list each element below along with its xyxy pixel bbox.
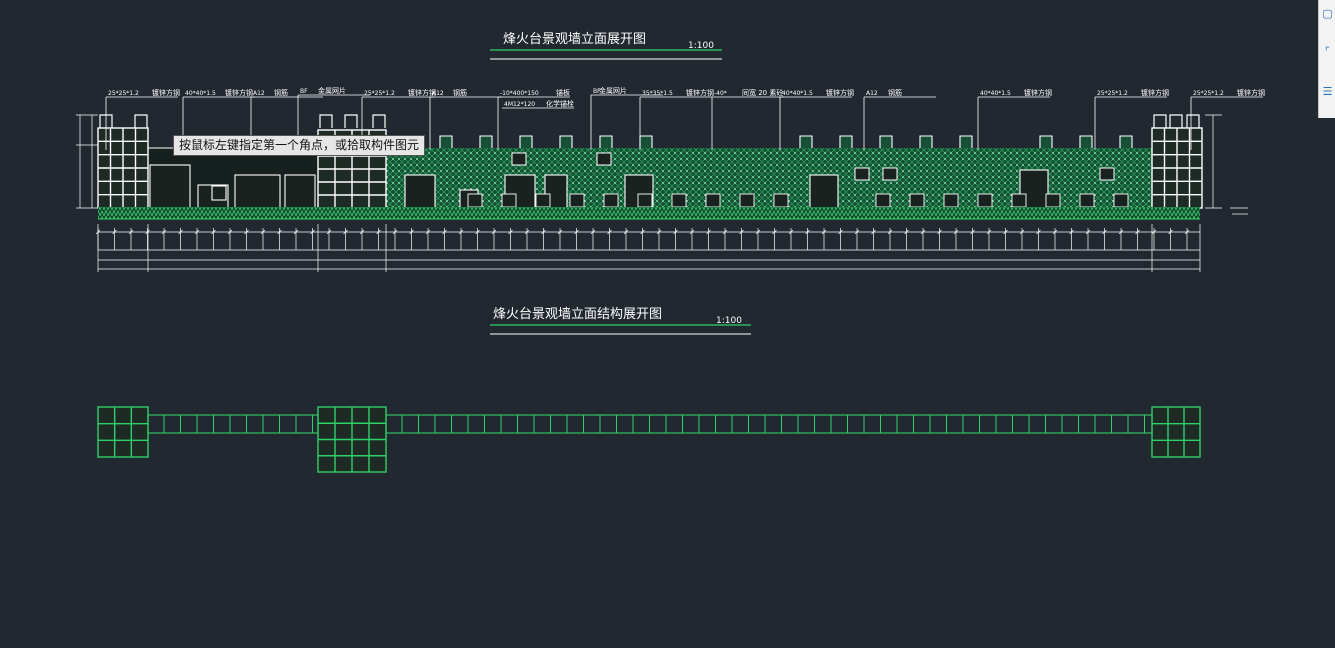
select-icon[interactable]: ⌜ — [1322, 44, 1333, 60]
wall-window — [467, 193, 483, 208]
elevation-title-block: 烽火台景观墙立面展开图 1:100 — [490, 32, 722, 60]
crenel — [879, 135, 893, 148]
wall-window — [739, 193, 755, 208]
right-tower — [1151, 127, 1203, 209]
wall-window — [671, 193, 687, 208]
annotation-spec: -40* — [714, 90, 727, 97]
dimension-chains — [95, 224, 1201, 272]
crenel — [639, 135, 653, 148]
annotation-name: 钢筋 — [453, 88, 467, 97]
wall-window — [569, 193, 585, 208]
left-tower — [97, 127, 149, 209]
wall-opening — [211, 185, 227, 201]
wall-window — [501, 193, 517, 208]
wall-window — [535, 193, 551, 208]
wall-window — [705, 193, 721, 208]
annotation-name: 金属网片 — [599, 86, 627, 95]
annotation-labels: 25*25*1.2 镀锌方钢 40*40*1.5 镀锌方钢 A12 钢筋 BF 金属网片 25*… — [106, 86, 1265, 109]
ground-grass — [98, 207, 1200, 219]
wall-opening — [809, 174, 839, 209]
crenel — [839, 135, 853, 148]
right-toolbar: ▢ ⌜ ☰ — [1318, 0, 1335, 118]
annotation-spec: 40*40*1.5 — [980, 90, 1011, 97]
annotation-name: 化学锚栓 — [546, 99, 574, 108]
annotation-name: 镀锌方钢 — [1024, 88, 1052, 97]
wall-opening — [234, 174, 281, 209]
list-icon[interactable]: ☰ — [1322, 84, 1333, 100]
wall-window — [603, 193, 619, 208]
crenel — [519, 135, 533, 148]
annotation-spec: 40*40*1.5 — [782, 90, 813, 97]
structure-title: 烽火台景观墙立面结构展开图 — [493, 307, 662, 322]
wall-window — [1045, 193, 1061, 208]
crenel — [559, 135, 573, 148]
annotation-spec: A12 — [432, 90, 444, 97]
crenel — [1119, 135, 1133, 148]
wall-window — [854, 167, 870, 181]
merlon — [372, 114, 386, 128]
wall-window — [882, 167, 898, 181]
wall-window — [511, 152, 527, 166]
merlon — [1153, 114, 1167, 128]
wall-window — [773, 193, 789, 208]
wall-opening — [404, 174, 436, 209]
annotation-spec: -10*400*150 — [500, 90, 539, 97]
crenel — [1079, 135, 1093, 148]
merlon — [319, 114, 333, 128]
merlon — [344, 114, 358, 128]
crenel — [479, 135, 493, 148]
structure-title-block: 烽火台景观墙立面结构展开图 1:100 — [490, 307, 751, 335]
crenel — [439, 135, 453, 148]
annotation-spec: 25*25*1.2 — [1193, 90, 1224, 97]
frame-beam — [147, 414, 319, 434]
wall-window — [909, 193, 925, 208]
annotation-spec: 35*35*1.5 — [642, 90, 673, 97]
crenel — [919, 135, 933, 148]
annotation-name: 镀锌方钢 — [1141, 88, 1169, 97]
merlon — [1169, 114, 1183, 128]
merlon — [1186, 114, 1200, 128]
wall-window — [1099, 167, 1115, 181]
merlon — [134, 114, 148, 128]
annotation-spec: 40*40*1.5 — [185, 90, 216, 97]
annotation-spec: 25*25*1.2 — [108, 90, 139, 97]
elevation-title: 烽火台景观墙立面展开图 — [503, 32, 646, 47]
annotation-name: 镀锌方钢 — [686, 88, 714, 97]
annotation-spec: 25*25*1.2 — [364, 90, 395, 97]
wall-window — [875, 193, 891, 208]
wall-window — [637, 193, 653, 208]
annotation-name: 镀锌方钢 — [826, 88, 854, 97]
annotation-name: 钢筋 — [274, 88, 288, 97]
annotation-spec: 4M12*120 — [504, 101, 535, 108]
wall-window — [1113, 193, 1129, 208]
wall-window — [1079, 193, 1095, 208]
wall-window — [1011, 193, 1027, 208]
annotation-spec: A12 — [866, 90, 878, 97]
annotation-name: 锚板 — [556, 88, 570, 97]
command-tooltip: 按鼠标左键指定第一个角点，或拾取构件图元 — [173, 135, 426, 156]
crenel — [599, 135, 613, 148]
elevation-drawing — [76, 95, 1248, 220]
annotation-name: 镀锌方钢 — [152, 88, 180, 97]
structure-frame-drawing — [97, 406, 1201, 473]
document-icon[interactable]: ▢ — [1322, 6, 1333, 22]
cad-drawing-canvas[interactable]: 烽火台景观墙立面展开图 1:100 25*25*1.2 镀锌方钢 40*40*1.5… — [0, 0, 1335, 648]
wall-opening — [149, 164, 191, 209]
annotation-name: 镀锌方钢 — [1237, 88, 1265, 97]
annotation-name: 同宽 20 素砼 — [742, 88, 783, 97]
crenel — [1039, 135, 1053, 148]
wall-window — [596, 152, 612, 166]
annotation-spec: BF — [300, 88, 308, 95]
wall-opening — [284, 174, 316, 209]
annotation-spec: A12 — [253, 90, 265, 97]
annotation-name: 钢筋 — [888, 88, 902, 97]
wall-window — [977, 193, 993, 208]
annotation-name: 镀锌方钢 — [225, 88, 253, 97]
annotation-spec: 25*25*1.2 — [1097, 90, 1128, 97]
crenel — [799, 135, 813, 148]
crenel — [959, 135, 973, 148]
annotation-name: 金属网片 — [318, 86, 346, 95]
wall-window — [943, 193, 959, 208]
